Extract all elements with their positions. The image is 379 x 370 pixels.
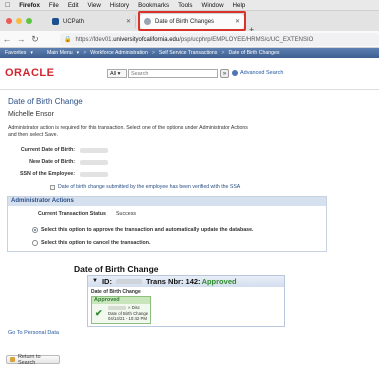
menu-edit[interactable]: Edit [68, 2, 79, 9]
ucpath-favicon-icon [52, 18, 59, 25]
new-dob-value [80, 160, 108, 165]
cancel-option-label: Select this option to cancel the transac… [41, 240, 151, 246]
approver-name [108, 306, 126, 310]
url-text: https://fdev01.universityofcalifornia.ed… [75, 36, 314, 43]
oracle-logo: ORACLE [5, 67, 55, 79]
advanced-search-link[interactable]: Advanced Search [240, 70, 283, 76]
step-date: 04/14/21 - 10:42 PM [108, 316, 147, 321]
ps-navigation-bar: Favorites ▾ Main Menu ▾ > Workforce Admi… [0, 48, 379, 58]
chevron-down-icon: ▾ [30, 50, 33, 56]
ssn-label: SSN of the Employee: [19, 171, 75, 177]
menu-tools[interactable]: Tools [178, 2, 192, 9]
trans-nbr-label: Trans Nbr: 142: [145, 277, 201, 286]
approval-step: Approved ✔ » Disc Date of Birth Change 0… [91, 296, 151, 324]
menu-help[interactable]: Help [233, 2, 246, 9]
approve-option-label: Select this option to approve the transa… [41, 227, 254, 233]
step-extra-link[interactable]: » Disc [128, 305, 140, 310]
approve-radio[interactable] [32, 227, 38, 233]
breadcrumb-workforce-administration[interactable]: Workforce Administration [90, 50, 148, 56]
advanced-search-icon[interactable] [232, 70, 238, 76]
menu-window[interactable]: Window [202, 2, 224, 9]
zoom-window-icon[interactable] [26, 18, 32, 24]
breadcrumb-self-service-transactions[interactable]: Self Service Transactions [159, 50, 218, 56]
url-bar[interactable]: 🔒 https://fdev01.universityofcalifornia.… [60, 33, 379, 46]
mac-menu-bar:  Firefox File Edit View History Bookmar… [0, 0, 379, 11]
breadcrumb-separator: > [83, 50, 87, 56]
breadcrumb-separator: > [221, 50, 225, 56]
instructions-text: Administrator action is required for thi… [8, 125, 248, 138]
current-dob-label: Current Date of Birth: [20, 147, 75, 153]
collapse-icon[interactable]: ▼ [92, 276, 98, 287]
minimize-window-icon[interactable] [16, 18, 22, 24]
id-label: ID: [101, 277, 112, 286]
current-dob-value [80, 148, 108, 153]
approval-status: Approved [201, 277, 237, 286]
main-menu[interactable]: Main Menu [47, 50, 73, 56]
return-to-search-button[interactable]: Return to Search [6, 353, 60, 366]
reload-icon[interactable]: ↻ [28, 34, 42, 45]
window-controls [6, 18, 32, 24]
step-status: Approved [92, 297, 150, 304]
ssn-value [80, 172, 108, 177]
id-value [115, 279, 142, 284]
menu-app-name[interactable]: Firefox [19, 2, 40, 9]
menu-bookmarks[interactable]: Bookmarks [138, 2, 169, 9]
return-to-search-label: Return to Search [17, 353, 41, 366]
highlight-box [138, 11, 246, 31]
favorites-menu[interactable]: Favorites [5, 50, 26, 56]
search-go-button[interactable]: » [220, 69, 229, 78]
go-to-personal-data-link[interactable]: Go To Personal Data [8, 330, 59, 336]
menu-history[interactable]: History [110, 2, 129, 9]
menu-file[interactable]: File [49, 2, 59, 9]
browser-nav-bar: ← → ↻ 🔒 https://fdev01.universityofcalif… [0, 31, 379, 48]
breadcrumb-separator: > [151, 50, 155, 56]
close-tab-icon[interactable]: ✕ [126, 18, 131, 25]
apple-icon[interactable]:  [5, 2, 10, 9]
approval-card: ▼ ID: Trans Nbr: 142: Approved Date of B… [87, 275, 285, 327]
forward-icon[interactable]: → [14, 34, 28, 44]
search-scope-select[interactable]: All ▾ [107, 69, 127, 78]
close-window-icon[interactable] [6, 18, 12, 24]
lock-icon: 🔒 [64, 37, 72, 43]
chevron-down-icon: ▾ [76, 50, 80, 56]
status-value: Success [116, 211, 137, 217]
menu-view[interactable]: View [88, 2, 101, 9]
back-icon[interactable]: ← [0, 34, 14, 44]
search-input[interactable]: Search [128, 69, 218, 78]
approval-subheading: Date of Birth Change [91, 289, 141, 295]
new-dob-label: New Date of Birth: [29, 159, 75, 165]
approval-heading: Date of Birth Change [74, 264, 159, 274]
verified-checkbox[interactable] [50, 185, 55, 190]
cancel-radio[interactable] [32, 240, 38, 246]
verified-checkbox-label: Date of birth change submitted by the em… [58, 184, 241, 190]
tab-title: UCPath [63, 18, 85, 25]
employee-name: Michelle Ensor [8, 111, 54, 118]
status-label: Current Transaction Status [38, 211, 106, 217]
approval-card-header: ▼ ID: Trans Nbr: 142: Approved [88, 276, 284, 287]
breadcrumb-date-of-birth-changes[interactable]: Date of Birth Changes [228, 50, 279, 56]
administrator-actions-panel: Administrator Actions Current Transactio… [7, 196, 327, 252]
checkmark-icon: ✔ [95, 308, 103, 318]
tab-ucpath[interactable]: UCPath ✕ [48, 14, 136, 29]
page-title: Date of Birth Change [8, 97, 83, 106]
oracle-header: ORACLE All ▾ Search » Advanced Search [0, 58, 379, 90]
administrator-actions-title: Administrator Actions [8, 197, 326, 206]
return-icon [10, 357, 15, 362]
